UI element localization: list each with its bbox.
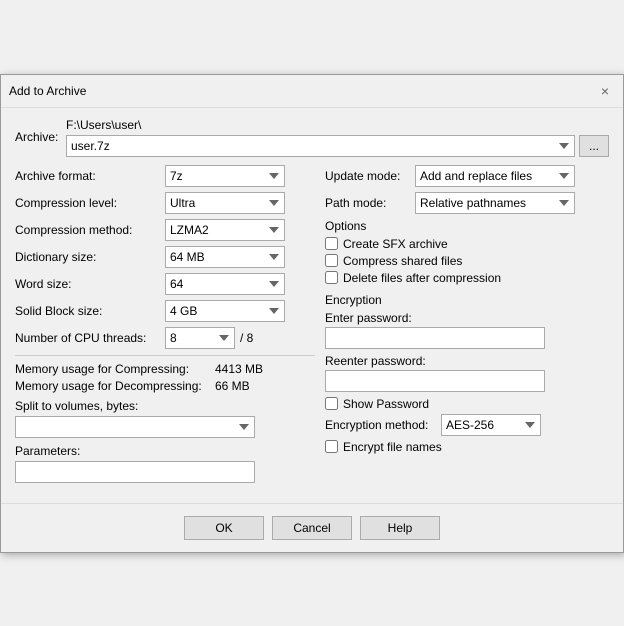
- create-sfx-row: Create SFX archive: [325, 237, 609, 251]
- split-section: Split to volumes, bytes:: [15, 399, 315, 438]
- update-mode-select[interactable]: Add and replace files: [415, 165, 575, 187]
- help-button[interactable]: Help: [360, 516, 440, 540]
- archive-row: Archive: F:\Users\user\ user.7z ...: [15, 118, 609, 157]
- create-sfx-checkbox[interactable]: [325, 237, 338, 250]
- cpu-max-label: / 8: [240, 331, 253, 345]
- encryption-title: Encryption: [325, 293, 609, 307]
- params-input[interactable]: [15, 461, 255, 483]
- memory-decompress-label: Memory usage for Decompressing:: [15, 379, 215, 393]
- main-grid: Archive format: 7z Compression level: Ul…: [15, 165, 609, 483]
- cpu-threads-label: Number of CPU threads:: [15, 331, 165, 345]
- window-title: Add to Archive: [9, 84, 86, 98]
- encrypt-names-row: Encrypt file names: [325, 440, 609, 454]
- close-button[interactable]: ×: [595, 81, 615, 101]
- path-mode-row: Path mode: Relative pathnames: [325, 192, 609, 214]
- compress-shared-row: Compress shared files: [325, 254, 609, 268]
- right-column: Update mode: Add and replace files Path …: [325, 165, 609, 483]
- footer: OK Cancel Help: [1, 503, 623, 552]
- show-password-row: Show Password: [325, 397, 609, 411]
- dialog-content: Archive: F:\Users\user\ user.7z ... Arch…: [1, 108, 623, 493]
- memory-compress-row: Memory usage for Compressing: 4413 MB: [15, 362, 315, 376]
- compress-shared-checkbox[interactable]: [325, 254, 338, 267]
- solid-block-row: Solid Block size: 4 GB: [15, 300, 315, 322]
- cpu-threads-select[interactable]: 8: [165, 327, 235, 349]
- archive-format-label: Archive format:: [15, 169, 165, 183]
- show-password-label: Show Password: [343, 397, 429, 411]
- divider: [15, 355, 315, 356]
- browse-button[interactable]: ...: [579, 135, 609, 157]
- options-group: Options Create SFX archive Compress shar…: [325, 219, 609, 285]
- encryption-method-label: Encryption method:: [325, 418, 435, 432]
- reenter-password-label: Reenter password:: [325, 354, 609, 368]
- word-size-select[interactable]: 64: [165, 273, 285, 295]
- split-label: Split to volumes, bytes:: [15, 399, 315, 413]
- main-window: Add to Archive × Archive: F:\Users\user\…: [0, 74, 624, 553]
- archive-path: F:\Users\user\: [66, 118, 609, 132]
- dictionary-size-label: Dictionary size:: [15, 250, 165, 264]
- archive-path-col: F:\Users\user\ user.7z ...: [66, 118, 609, 157]
- compression-method-label: Compression method:: [15, 223, 165, 237]
- compression-method-select[interactable]: LZMA2: [165, 219, 285, 241]
- delete-after-checkbox[interactable]: [325, 271, 338, 284]
- titlebar: Add to Archive ×: [1, 75, 623, 108]
- encryption-method-row: Encryption method: AES-256: [325, 414, 609, 436]
- encrypt-names-label: Encrypt file names: [343, 440, 442, 454]
- archive-format-row: Archive format: 7z: [15, 165, 315, 187]
- encryption-method-select[interactable]: AES-256: [441, 414, 541, 436]
- archive-format-select[interactable]: 7z: [165, 165, 285, 187]
- create-sfx-label: Create SFX archive: [343, 237, 448, 251]
- left-column: Archive format: 7z Compression level: Ul…: [15, 165, 315, 483]
- solid-block-label: Solid Block size:: [15, 304, 165, 318]
- dictionary-size-row: Dictionary size: 64 MB: [15, 246, 315, 268]
- delete-after-row: Delete files after compression: [325, 271, 609, 285]
- solid-block-select[interactable]: 4 GB: [165, 300, 285, 322]
- update-mode-label: Update mode:: [325, 169, 415, 183]
- params-label: Parameters:: [15, 444, 315, 458]
- cpu-threads-row: Number of CPU threads: 8 / 8: [15, 327, 315, 349]
- reenter-password-input[interactable]: [325, 370, 545, 392]
- word-size-row: Word size: 64: [15, 273, 315, 295]
- update-mode-row: Update mode: Add and replace files: [325, 165, 609, 187]
- path-mode-select[interactable]: Relative pathnames: [415, 192, 575, 214]
- show-password-checkbox[interactable]: [325, 397, 338, 410]
- memory-decompress-row: Memory usage for Decompressing: 66 MB: [15, 379, 315, 393]
- compress-shared-label: Compress shared files: [343, 254, 462, 268]
- enter-password-input[interactable]: [325, 327, 545, 349]
- options-title: Options: [325, 219, 609, 233]
- compression-level-row: Compression level: Ultra: [15, 192, 315, 214]
- encryption-group: Encryption Enter password: Reenter passw…: [325, 293, 609, 454]
- memory-compress-value: 4413 MB: [215, 362, 263, 376]
- memory-compress-label: Memory usage for Compressing:: [15, 362, 215, 376]
- delete-after-label: Delete files after compression: [343, 271, 501, 285]
- encrypt-names-checkbox[interactable]: [325, 440, 338, 453]
- params-section: Parameters:: [15, 444, 315, 483]
- word-size-label: Word size:: [15, 277, 165, 291]
- split-select[interactable]: [15, 416, 255, 438]
- archive-label: Archive:: [15, 130, 60, 144]
- ok-button[interactable]: OK: [184, 516, 264, 540]
- archive-combo: user.7z ...: [66, 135, 609, 157]
- compression-level-select[interactable]: Ultra: [165, 192, 285, 214]
- archive-filename-select[interactable]: user.7z: [66, 135, 575, 157]
- memory-decompress-value: 66 MB: [215, 379, 250, 393]
- path-mode-label: Path mode:: [325, 196, 415, 210]
- dictionary-size-select[interactable]: 64 MB: [165, 246, 285, 268]
- cancel-button[interactable]: Cancel: [272, 516, 352, 540]
- compression-method-row: Compression method: LZMA2: [15, 219, 315, 241]
- compression-level-label: Compression level:: [15, 196, 165, 210]
- enter-password-label: Enter password:: [325, 311, 609, 325]
